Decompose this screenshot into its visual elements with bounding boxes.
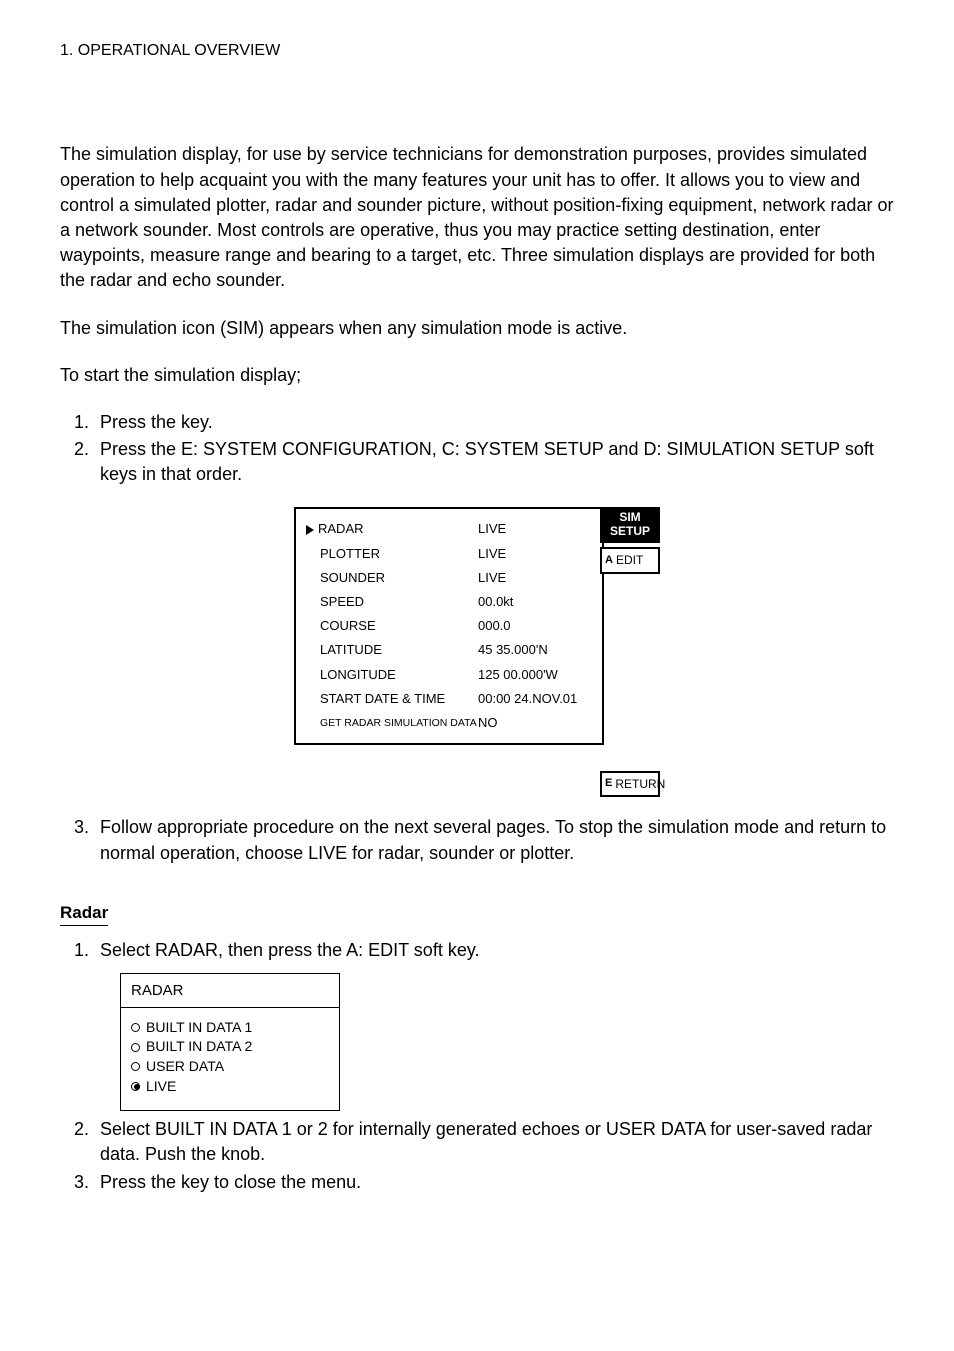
sim-value-getradar: NO [478,714,592,732]
radar-box-container: RADAR BUILT IN DATA 1 BUILT IN DATA 2 US… [60,973,894,1111]
start-note: To start the simulation display; [60,363,894,388]
sim-label-getradar: GET RADAR SIMULATION DATA [320,716,477,731]
radar-options-box: RADAR BUILT IN DATA 1 BUILT IN DATA 2 US… [120,973,340,1111]
sim-label-speed: SPEED [320,593,364,611]
radar-step-1: Select RADAR, then press the A: EDIT sof… [94,938,894,963]
sim-row-speed: SPEED 00.0kt [306,590,592,614]
sim-softkeys-panel: SIM SETUP A EDIT E RETURN [600,507,660,797]
softkey-e-return[interactable]: E RETURN [600,771,660,798]
sim-menu-container: RADAR LIVE PLOTTER LIVE SOUNDER LIVE SPE… [60,507,894,797]
radar-opt-live[interactable]: LIVE [131,1077,329,1097]
radar-opt-userdata-label: USER DATA [146,1057,224,1077]
radar-opt-builtin2[interactable]: BUILT IN DATA 2 [131,1037,329,1057]
steps-list-b: Follow appropriate procedure on the next… [60,815,894,865]
radio-open-icon [131,1023,140,1032]
softkey-heading-2: SETUP [610,525,650,538]
radar-step-3-b: key to close the menu. [181,1172,361,1192]
step-1-text-a: Press the [100,412,181,432]
radar-step-3: Press the key to close the menu. [94,1170,894,1195]
softkey-heading: SIM SETUP [600,507,660,542]
radar-box-title: RADAR [121,974,339,1008]
radar-opt-userdata[interactable]: USER DATA [131,1057,329,1077]
sim-label-startdate: START DATE & TIME [320,690,445,708]
sim-menu: RADAR LIVE PLOTTER LIVE SOUNDER LIVE SPE… [294,507,660,797]
sim-value-plotter: LIVE [478,545,592,563]
step-1: Press the key. [94,410,894,435]
radar-opt-builtin2-label: BUILT IN DATA 2 [146,1037,252,1057]
selection-marker-icon [306,525,314,535]
sim-label-latitude: LATITUDE [320,641,382,659]
sim-label-sounder: SOUNDER [320,569,385,587]
radar-section-heading: Radar [60,901,108,926]
sim-row-sounder: SOUNDER LIVE [306,566,592,590]
sim-label-plotter: PLOTTER [320,545,380,563]
radio-open-icon [131,1043,140,1052]
softkey-a-edit[interactable]: A EDIT [600,547,660,574]
softkey-a-letter: A [605,553,613,568]
sim-label-radar: RADAR [318,520,364,538]
radar-opt-builtin1[interactable]: BUILT IN DATA 1 [131,1018,329,1038]
sim-value-course: 000.0 [478,617,592,635]
softkey-e-label: RETURN [615,776,665,793]
steps-list-a: Press the key. Press the E: SYSTEM CONFI… [60,410,894,488]
sim-row-startdate: START DATE & TIME 00:00 24.NOV.01 [306,687,592,711]
sim-value-startdate: 00:00 24.NOV.01 [478,690,592,708]
sim-value-radar: LIVE [478,520,592,538]
sim-value-speed: 00.0kt [478,593,592,611]
sim-row-plotter: PLOTTER LIVE [306,542,592,566]
sim-value-sounder: LIVE [478,569,592,587]
step-1-text-b: key. [181,412,213,432]
step-3: Follow appropriate procedure on the next… [94,815,894,865]
sim-menu-panel: RADAR LIVE PLOTTER LIVE SOUNDER LIVE SPE… [294,507,604,745]
sim-value-longitude: 125 00.000'W [478,666,592,684]
step-2: Press the E: SYSTEM CONFIGURATION, C: SY… [94,437,894,487]
sim-row-getradar: GET RADAR SIMULATION DATA NO [306,711,592,735]
icon-note: The simulation icon (SIM) appears when a… [60,316,894,341]
sim-row-latitude: LATITUDE 45 35.000'N [306,638,592,662]
sim-label-course: COURSE [320,617,376,635]
radar-steps-list-b: Select BUILT IN DATA 1 or 2 for internal… [60,1117,894,1195]
radar-steps-list-a: Select RADAR, then press the A: EDIT sof… [60,938,894,963]
softkey-heading-1: SIM [619,511,640,524]
radar-opt-live-label: LIVE [146,1077,176,1097]
radar-step-2-a: Select BUILT IN DATA 1 or 2 for internal… [100,1119,872,1164]
softkey-e-letter: E [605,776,612,791]
radio-filled-icon [131,1082,140,1091]
sim-value-latitude: 45 35.000'N [478,641,592,659]
sim-row-course: COURSE 000.0 [306,614,592,638]
radar-step-2-b: knob. [221,1144,265,1164]
radar-opt-builtin1-label: BUILT IN DATA 1 [146,1018,252,1038]
sim-row-radar: RADAR LIVE [306,517,592,541]
sim-row-longitude: LONGITUDE 125 00.000'W [306,663,592,687]
intro-paragraph: The simulation display, for use by servi… [60,142,894,293]
sim-label-longitude: LONGITUDE [320,666,396,684]
radar-step-2: Select BUILT IN DATA 1 or 2 for internal… [94,1117,894,1167]
softkey-a-label: EDIT [616,552,643,569]
radio-open-icon [131,1062,140,1071]
radar-step-3-a: Press the [100,1172,181,1192]
radar-box-body: BUILT IN DATA 1 BUILT IN DATA 2 USER DAT… [121,1008,339,1110]
page-header: 1. OPERATIONAL OVERVIEW [60,40,894,62]
